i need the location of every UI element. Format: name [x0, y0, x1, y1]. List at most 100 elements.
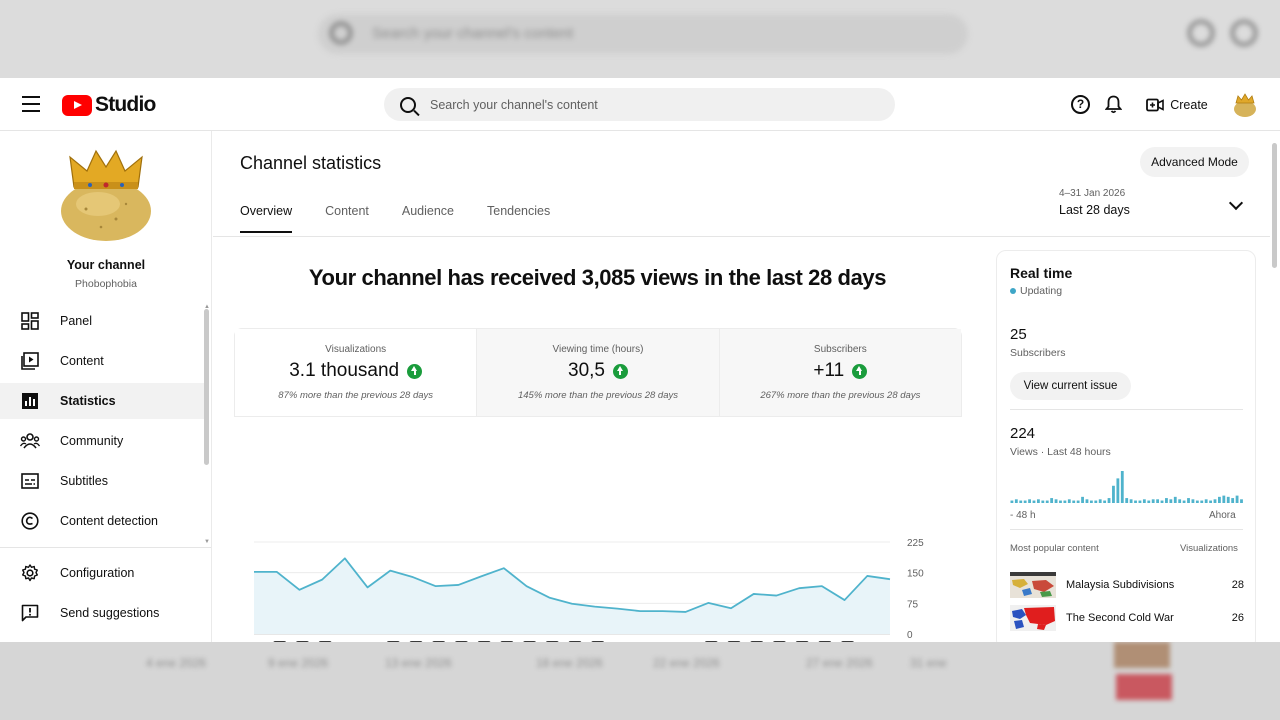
- realtime-title: Real time: [1010, 265, 1073, 281]
- youtube-play-icon: [62, 94, 92, 116]
- y-tick-label: 0: [907, 630, 913, 641]
- feedback-icon: [20, 603, 40, 623]
- realtime-subscribers-value: 25: [1010, 326, 1027, 343]
- realtime-bar: [1028, 499, 1031, 503]
- realtime-bar-chart: [1010, 471, 1243, 503]
- scroll-down-arrow[interactable]: ▼: [204, 539, 210, 545]
- bell-icon[interactable]: [1105, 95, 1122, 114]
- realtime-bar: [1213, 499, 1217, 503]
- realtime-bar: [1041, 500, 1045, 503]
- realtime-bar: [1129, 499, 1133, 503]
- trend-up-icon: [612, 363, 628, 379]
- tab-content[interactable]: Content: [325, 204, 369, 233]
- realtime-bar: [1059, 500, 1062, 503]
- realtime-bar: [1165, 498, 1168, 503]
- advanced-mode-button[interactable]: Advanced Mode: [1140, 147, 1249, 177]
- tab-tendencies[interactable]: Tendencies: [487, 204, 550, 233]
- metric-label: Visualizations: [325, 344, 387, 355]
- sidebar-scrollbar[interactable]: [204, 309, 209, 465]
- realtime-bar: [1081, 496, 1084, 503]
- realtime-status: Updating: [1010, 285, 1062, 297]
- backdrop-search-text: Search your channel's content: [372, 25, 574, 42]
- upload-marker: [727, 641, 741, 642]
- upload-marker: [296, 641, 309, 642]
- channel-avatar[interactable]: [56, 149, 156, 244]
- search-icon[interactable]: [400, 96, 416, 113]
- backdrop-label: 31 ene: [910, 656, 947, 670]
- sidebar-item-configuration[interactable]: Configuration: [0, 555, 204, 591]
- sidebar-item-community[interactable]: Community: [0, 423, 204, 459]
- community-icon: [20, 431, 40, 451]
- realtime-bar: [1014, 499, 1018, 503]
- account-avatar[interactable]: [1232, 92, 1258, 118]
- search-input[interactable]: [430, 97, 850, 112]
- backdrop-label: 4 ene 2026: [146, 656, 207, 670]
- realtime-bar: [1204, 499, 1208, 503]
- upload-marker: [841, 641, 854, 642]
- popular-content-views: 26: [1231, 612, 1244, 624]
- logo-text: Studio: [95, 93, 156, 116]
- top-bar: Studio ? Create: [0, 78, 1280, 131]
- main-scrollbar[interactable]: [1272, 143, 1277, 268]
- sidebar-item-statistics[interactable]: Statistics: [0, 383, 204, 419]
- tab-audience[interactable]: Audience: [402, 204, 454, 233]
- sidebar-item-content-detection[interactable]: Content detection: [0, 503, 204, 539]
- backdrop-help-icon: [1188, 20, 1214, 46]
- popular-content-title: Malaysia Subdivisions: [1066, 579, 1175, 591]
- analytics-icon: [20, 391, 40, 411]
- metric-value: 3.1 thousand: [289, 360, 400, 381]
- gear-icon: [20, 563, 40, 583]
- realtime-bar: [1160, 500, 1164, 503]
- sidebar-item-subtitles[interactable]: Subtitles: [0, 463, 204, 499]
- realtime-bar: [1191, 499, 1195, 503]
- create-label: Create: [1170, 97, 1208, 112]
- realtime-bar: [1142, 499, 1146, 503]
- sidebar-item-label: Configuration: [60, 566, 135, 580]
- backdrop-bottom: 4 ene 2026 9 ene 2026 13 ene 2026 18 ene…: [0, 642, 1280, 720]
- video-add-icon: [1146, 98, 1165, 111]
- sidebar-divider: [0, 547, 211, 548]
- popular-content-row[interactable]: Malaysia Subdivisions 28: [1010, 571, 1244, 599]
- upload-marker: [705, 641, 718, 642]
- metric-delta: 267% more than the previous 28 days: [760, 390, 921, 401]
- y-tick-label: 75: [907, 599, 919, 610]
- upload-marker: [773, 641, 786, 642]
- metric-card-subscribers[interactable]: Subscribers +11 267% more than the previ…: [719, 329, 961, 416]
- view-current-issue-button[interactable]: View current issue: [1010, 372, 1131, 400]
- backdrop-top: Search your channel's content: [0, 0, 1280, 78]
- popular-content-row[interactable]: The Second Cold War 26: [1010, 604, 1244, 632]
- realtime-bar: [1156, 499, 1160, 503]
- sidebar-item-content[interactable]: Content: [0, 343, 204, 379]
- tabs-divider: [213, 236, 1270, 237]
- metric-label: Subscribers: [813, 344, 867, 355]
- backdrop-search-icon: [330, 22, 352, 44]
- sidebar-item-send-suggestions[interactable]: Send suggestions: [0, 595, 204, 631]
- help-icon[interactable]: ?: [1071, 95, 1090, 114]
- metric-delta: 87% more than the previous 28 days: [278, 390, 434, 401]
- realtime-views-value: 224: [1010, 425, 1036, 442]
- realtime-bar: [1187, 498, 1190, 503]
- studio-logo[interactable]: Studio: [62, 93, 156, 117]
- upload-marker: [546, 641, 559, 642]
- upload-marker: [477, 641, 491, 642]
- realtime-bar: [1112, 485, 1115, 503]
- sidebar-item-label: Send suggestions: [60, 606, 160, 620]
- metric-card-viewing-time[interactable]: Viewing time (hours) 30,5 145% more than…: [477, 329, 720, 416]
- search-bar[interactable]: [384, 88, 895, 121]
- menu-icon[interactable]: [22, 96, 40, 112]
- chart-area-fill: [254, 558, 890, 634]
- upload-marker: [750, 641, 763, 642]
- metric-card-visualizations[interactable]: Visualizations 3.1 thousand 87% more tha…: [235, 329, 478, 416]
- realtime-bar: [1076, 500, 1080, 503]
- realtime-bar: [1138, 500, 1142, 503]
- sidebar-item-label: Panel: [60, 314, 92, 328]
- tab-overview[interactable]: Overview: [240, 204, 293, 233]
- copyright-icon: [20, 511, 40, 531]
- create-button[interactable]: Create: [1138, 88, 1216, 121]
- realtime-bar: [1116, 478, 1120, 503]
- channel-handle: Phobophobia: [75, 278, 137, 290]
- realtime-axis-start: - 48 h: [1010, 510, 1036, 521]
- date-range-picker[interactable]: 4–31 Jan 2026 Last 28 days: [1059, 188, 1259, 224]
- sidebar-item-panel[interactable]: Panel: [0, 303, 204, 339]
- realtime-bar: [1023, 500, 1027, 503]
